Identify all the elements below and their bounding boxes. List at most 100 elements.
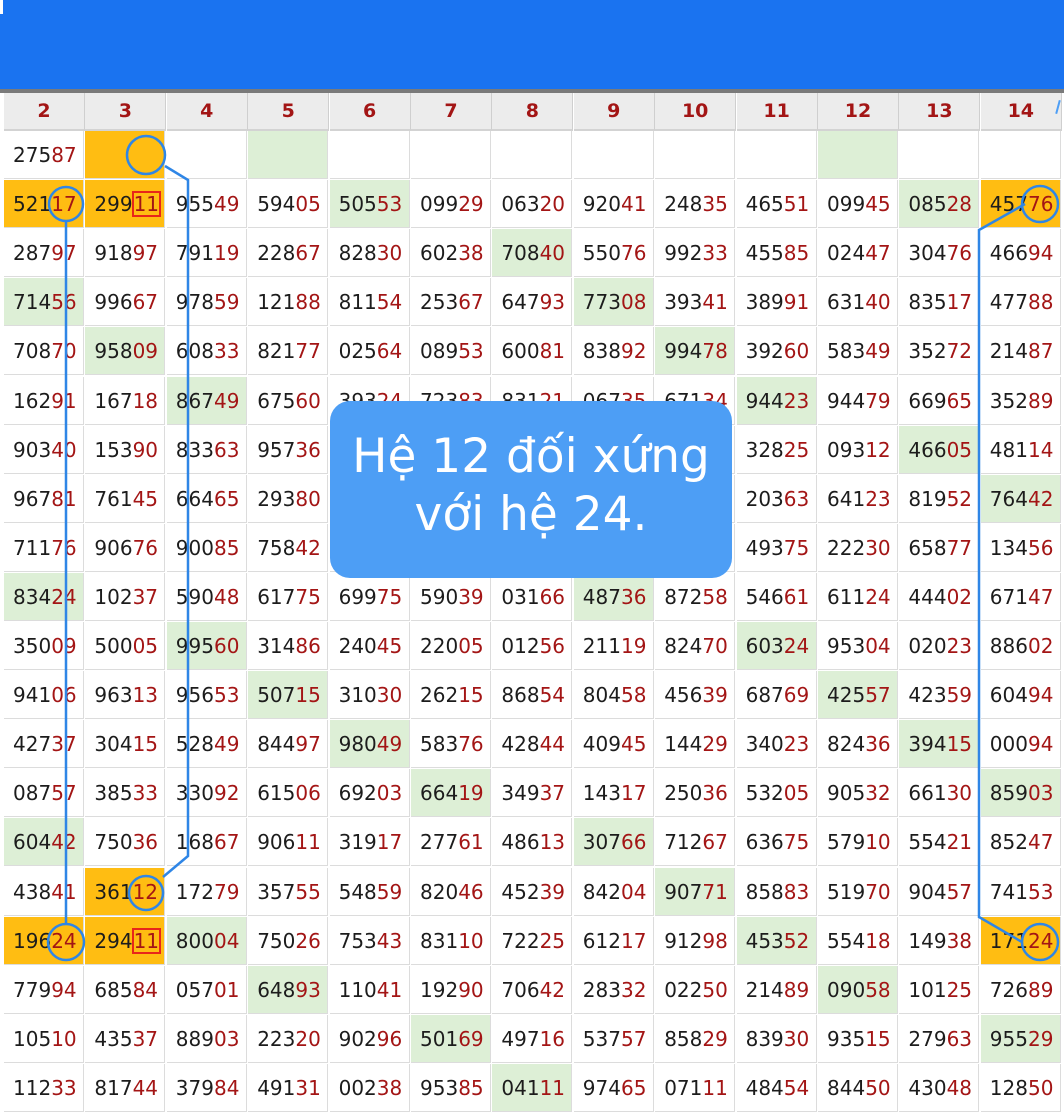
table-cell: 49131	[248, 1063, 329, 1112]
cell-lead-digits: 590	[420, 584, 459, 609]
cell-lead-digits: 455	[745, 241, 784, 266]
table-cell: 48114	[980, 425, 1061, 474]
table-cell: 68769	[736, 671, 817, 720]
column-header: 11	[736, 93, 818, 131]
cell-lead-digits: 669	[908, 388, 947, 413]
cell-tail-digits: 53	[213, 683, 240, 708]
cell-tail-digits: 58	[620, 683, 647, 708]
cell-lead-digits: 314	[257, 634, 296, 658]
cell-lead-digits: 294	[94, 928, 133, 953]
cell-lead-digits: 692	[338, 781, 377, 806]
cell-lead-digits: 000	[989, 732, 1028, 757]
table-cell: 91298	[655, 916, 736, 965]
cell-tail-digits: 29	[1027, 1026, 1054, 1051]
cell-lead-digits: 992	[664, 241, 703, 266]
table-cell: 64893	[248, 965, 329, 1014]
table-cell	[329, 131, 410, 179]
table-cell: 11233	[4, 1063, 84, 1112]
table-cell: 54661	[736, 572, 817, 621]
cell-tail-digits: 54	[783, 1075, 810, 1100]
cell-tail-digits: 17	[376, 830, 403, 855]
table-cell	[411, 131, 491, 179]
cell-tail-digits: 94	[1027, 683, 1054, 708]
cell-lead-digits: 304	[94, 732, 133, 757]
cell-tail-digits: 42	[295, 535, 321, 560]
cell-lead-digits: 600	[501, 339, 540, 364]
cell-lead-digits: 817	[94, 1075, 133, 1100]
cell-tail-digits: 67	[458, 290, 484, 315]
table-cell: 24045	[329, 622, 410, 670]
cell-lead-digits: 465	[745, 192, 784, 217]
cell-tail-digits: 37	[132, 584, 159, 609]
cell-tail-digits: 63	[213, 437, 240, 462]
table-cell: 66465	[166, 474, 247, 523]
cell-tail-digits: 11	[131, 927, 162, 954]
cell-lead-digits: 487	[582, 584, 621, 609]
cell-tail-digits: 67	[132, 290, 159, 315]
cell-lead-digits: 906	[94, 535, 133, 560]
table-cell: 25367	[411, 278, 491, 327]
cell-lead-digits: 944	[827, 388, 866, 413]
cell-tail-digits: 50	[702, 977, 728, 1002]
cell-tail-digits: 39	[458, 584, 484, 609]
cell-lead-digits: 128	[989, 1075, 1028, 1100]
table-cell: 20363	[736, 474, 817, 523]
table-cell: 02023	[899, 622, 980, 670]
cell-lead-digits: 906	[257, 830, 296, 855]
cell-tail-digits: 05	[946, 437, 973, 462]
table-cell: 35009	[4, 622, 84, 670]
cell-lead-digits: 824	[664, 634, 703, 658]
cell-tail-digits: 53	[458, 339, 484, 364]
table-cell: 60833	[166, 327, 247, 376]
cell-lead-digits: 144	[664, 732, 703, 757]
table-cell: 75343	[329, 916, 410, 965]
table-cell: 46605	[899, 425, 980, 474]
cell-tail-digits: 76	[132, 535, 159, 560]
table-cell	[818, 131, 898, 179]
cell-tail-digits: 57	[51, 781, 77, 806]
table-header: 2 3 4 5 6 7 8 9 10 11 12 13 14	[4, 93, 1064, 131]
top-app-bar	[0, 0, 1064, 89]
cell-tail-digits: 01	[213, 977, 240, 1002]
table-cell: 35289	[980, 376, 1061, 425]
table-cell: 14317	[573, 769, 654, 818]
table-cell: 59405	[248, 180, 329, 229]
cell-tail-digits: 10	[865, 830, 891, 855]
table-cell: 53205	[736, 769, 817, 818]
table-cell: 15390	[85, 425, 166, 474]
cell-tail-digits: 11	[131, 191, 162, 218]
table-cell: 10510	[4, 1014, 84, 1063]
table-cell: 12188	[248, 278, 329, 327]
cell-tail-digits: 75	[783, 830, 810, 855]
cell-tail-digits: 57	[620, 1026, 647, 1051]
cell-tail-digits: 85	[783, 241, 810, 266]
cell-tail-digits: 49	[213, 388, 240, 413]
table-cell	[573, 131, 654, 179]
cell-lead-digits: 537	[582, 1026, 621, 1051]
cell-lead-digits: 944	[745, 388, 784, 413]
cell-lead-digits: 604	[13, 830, 52, 855]
table-cell: 05701	[166, 965, 247, 1014]
cell-lead-digits: 974	[582, 1075, 621, 1100]
table-cell: 22320	[248, 1014, 329, 1063]
table-cell: 70642	[492, 965, 573, 1014]
cell-tail-digits: 02	[946, 584, 973, 609]
table-cell: 75842	[248, 523, 329, 572]
cell-lead-digits: 002	[338, 1075, 377, 1100]
cell-tail-digits: 28	[946, 192, 973, 217]
cell-lead-digits: 105	[13, 1026, 52, 1051]
column-header: 13	[899, 93, 981, 131]
cell-tail-digits: 50	[1027, 1075, 1054, 1100]
cell-lead-digits: 722	[501, 928, 540, 953]
table-cell: 27587	[4, 131, 84, 179]
table-cell: 69203	[329, 769, 410, 818]
cell-lead-digits: 714	[13, 290, 52, 315]
cell-tail-digits: 24	[865, 584, 891, 609]
cell-tail-digits: 03	[376, 781, 403, 806]
table-cell: 31917	[329, 818, 410, 867]
cell-lead-digits: 920	[582, 192, 621, 217]
cell-tail-digits: 29	[458, 192, 484, 217]
table-cell: 60081	[492, 327, 573, 376]
cell-lead-digits: 486	[501, 830, 540, 855]
cell-tail-digits: 05	[783, 781, 810, 806]
